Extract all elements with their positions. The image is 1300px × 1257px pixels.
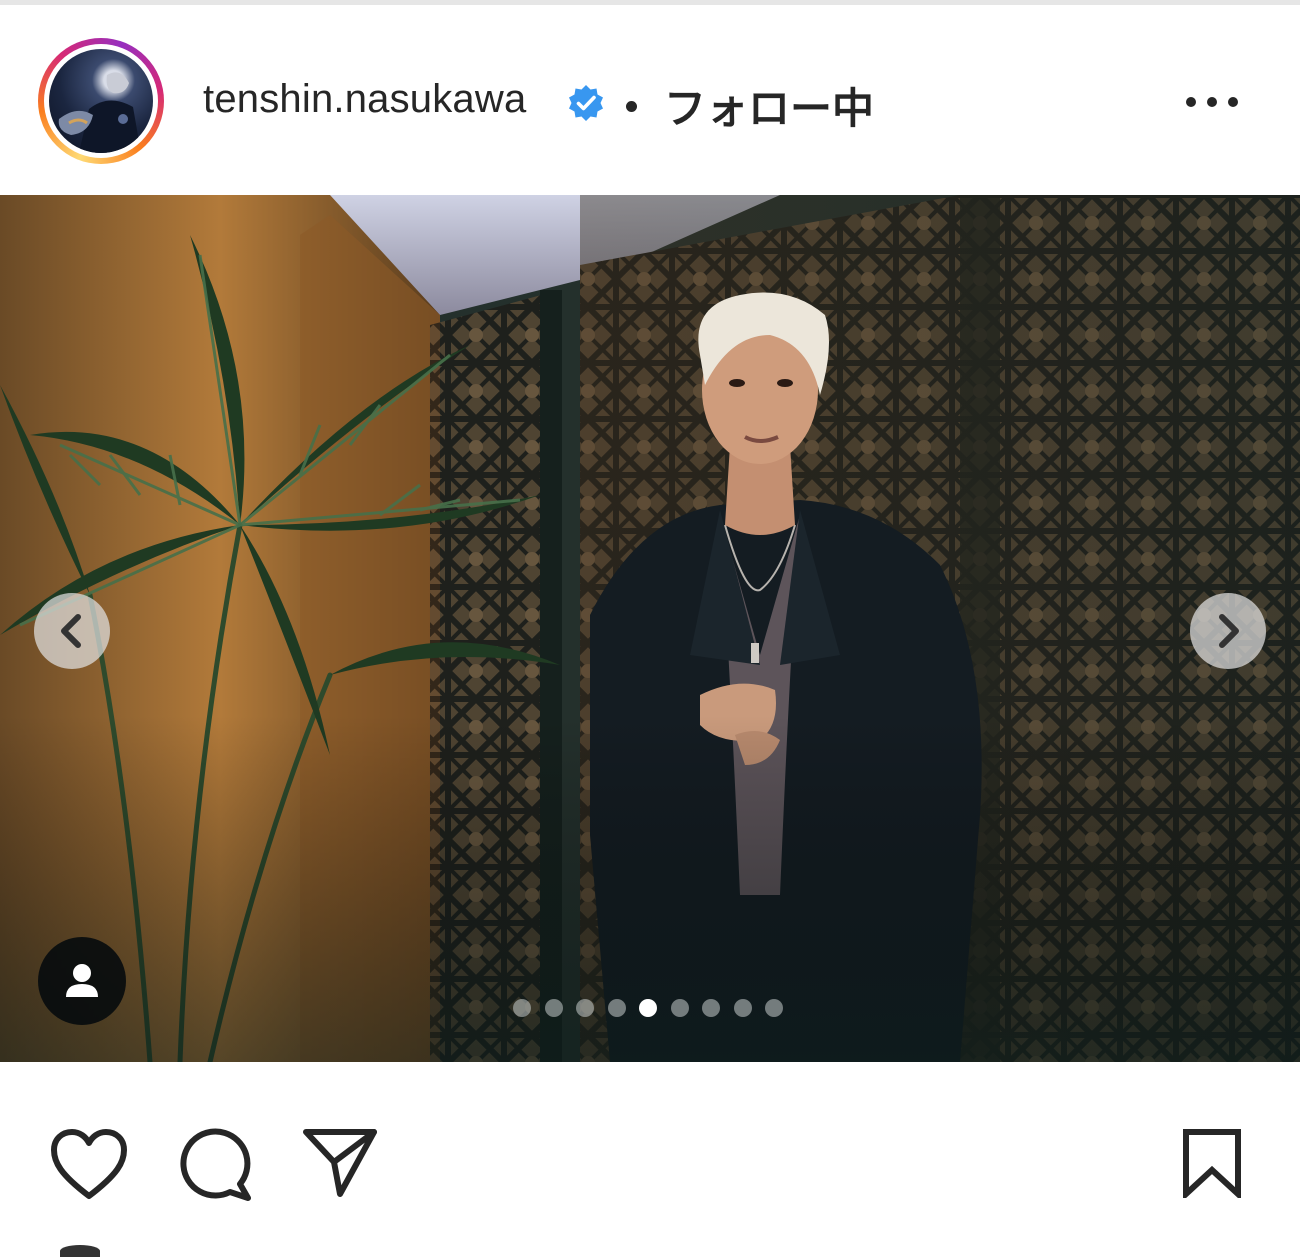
post-photo[interactable] <box>0 195 1300 1062</box>
carousel-dot <box>576 999 594 1017</box>
bookmark-icon[interactable] <box>1180 1128 1244 1198</box>
story-ring[interactable] <box>38 38 164 164</box>
more-options-button[interactable] <box>1180 87 1244 117</box>
carousel-dot <box>607 999 626 1017</box>
chevron-right-icon <box>1219 614 1239 648</box>
tagged-users-button[interactable] <box>38 937 126 1025</box>
more-options-icon <box>1186 97 1196 107</box>
username[interactable]: tenshin.nasukawa <box>203 77 526 122</box>
avatar-image <box>58 72 141 153</box>
verified-badge-icon <box>569 85 603 121</box>
photo-scene <box>0 195 1300 1062</box>
post-actions <box>0 1062 1300 1251</box>
comment-icon[interactable] <box>178 1126 252 1202</box>
carousel-dot <box>544 999 563 1017</box>
user-tag-icon <box>66 964 98 997</box>
carousel-dot <box>702 999 720 1017</box>
separator-dot <box>626 101 637 112</box>
carousel-dot <box>670 999 689 1017</box>
carousel-dot <box>639 999 657 1017</box>
following-button[interactable]: フォロー中 <box>664 75 874 136</box>
carousel-dot <box>513 999 531 1017</box>
avatar[interactable] <box>49 49 153 153</box>
next-row-avatar <box>60 1245 100 1257</box>
next-slide-button[interactable] <box>1190 593 1266 669</box>
carousel-dot <box>765 999 783 1017</box>
carousel-dot <box>733 999 752 1017</box>
send-icon[interactable] <box>302 1126 378 1198</box>
heart-icon[interactable] <box>50 1128 128 1200</box>
post-header: tenshin.nasukawa フォロー中 <box>0 5 1300 195</box>
chevron-left-icon <box>61 614 81 648</box>
previous-slide-button[interactable] <box>34 593 110 669</box>
